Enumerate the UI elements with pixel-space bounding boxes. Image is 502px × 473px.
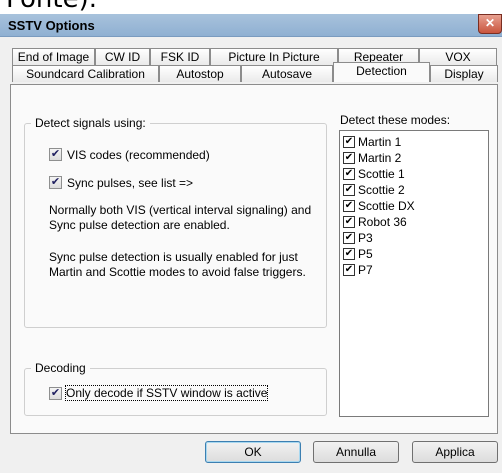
ok-label: OK xyxy=(244,445,262,459)
tab-fsk-id[interactable]: FSK ID xyxy=(150,48,210,65)
mode-label: Martin 1 xyxy=(358,135,402,149)
vis-codes-label: VIS codes (recommended) xyxy=(67,148,210,162)
checkmark-icon: ✔ xyxy=(50,387,61,399)
mode-checkbox[interactable]: ✔ xyxy=(343,248,355,260)
mode-label: Martin 2 xyxy=(358,151,402,165)
tab-end-of-image[interactable]: End of Image xyxy=(12,48,95,65)
mode-checkbox[interactable]: ✔ xyxy=(343,136,355,148)
cancel-label: Annulla xyxy=(335,445,377,459)
close-icon: ✕ xyxy=(484,16,496,30)
detection-note: Normally both VIS (vertical interval sig… xyxy=(49,203,312,232)
modes-checklist: ✔ Martin 1 ✔ Martin 2 ✔ Scottie 1 ✔ Scottie … xyxy=(339,130,489,417)
only-decode-label: Only decode if SSTV window is active xyxy=(64,385,269,401)
tab-label: Autosave xyxy=(261,67,313,81)
tab-label: Autostop xyxy=(176,67,224,81)
tab-soundcard-calibration[interactable]: Soundcard Calibration xyxy=(12,65,159,82)
tab-autostop[interactable]: Autostop xyxy=(159,65,241,82)
detect-modes-label: Detect these modes: xyxy=(340,113,451,127)
detect-signals-group: Detect signals using: ✔ VIS codes (recom… xyxy=(24,116,327,328)
tab-label: Picture In Picture xyxy=(228,50,320,64)
window-title: SSTV Options xyxy=(8,18,95,33)
tab-label: Detection xyxy=(356,64,407,78)
sync-pulses-checkbox[interactable]: ✔ xyxy=(49,176,62,189)
sync-pulses-label: Sync pulses, see list => xyxy=(67,176,194,190)
mode-checkbox[interactable]: ✔ xyxy=(343,264,355,276)
tab-label: End of Image xyxy=(17,50,90,64)
tab-autosave[interactable]: Autosave xyxy=(241,65,333,82)
mode-label: P3 xyxy=(358,231,373,245)
mode-label: Robot 36 xyxy=(358,215,407,229)
tab-label: Soundcard Calibration xyxy=(26,67,145,81)
apply-button[interactable]: Applica xyxy=(412,441,498,463)
tab-vox[interactable]: VOX xyxy=(419,48,497,65)
mode-label: Scottie 2 xyxy=(358,183,405,197)
ok-button[interactable]: OK xyxy=(205,441,301,463)
clipped-text: Fonte). xyxy=(6,0,97,14)
mode-checkbox[interactable]: ✔ xyxy=(343,216,355,228)
tab-label: Display xyxy=(444,67,484,81)
mode-label: Scottie 1 xyxy=(358,167,405,181)
sync-note: Sync pulse detection is usually enabled … xyxy=(49,250,306,279)
mode-label: Scottie DX xyxy=(358,199,415,213)
only-decode-checkbox[interactable]: ✔ xyxy=(49,387,62,400)
title-bar[interactable]: SSTV Options ✕ xyxy=(0,14,502,37)
tab-label: VOX xyxy=(445,50,471,64)
tab-cw-id[interactable]: CW ID xyxy=(95,48,150,65)
checkmark-icon: ✔ xyxy=(50,148,61,160)
sstv-options-dialog: SSTV Options ✕ End of Image CW ID FSK ID… xyxy=(0,14,502,473)
mode-checkbox[interactable]: ✔ xyxy=(343,152,355,164)
mode-checkbox[interactable]: ✔ xyxy=(343,184,355,196)
decoding-title: Decoding xyxy=(31,361,90,375)
checkmark-icon: ✔ xyxy=(50,176,61,188)
detect-signals-title: Detect signals using: xyxy=(31,116,150,130)
tab-label: CW ID xyxy=(104,50,141,64)
tab-picture-in-picture[interactable]: Picture In Picture xyxy=(210,48,338,65)
mode-checkbox[interactable]: ✔ xyxy=(343,232,355,244)
mode-checkbox[interactable]: ✔ xyxy=(343,200,355,212)
tab-display[interactable]: Display xyxy=(430,65,498,82)
mode-label: P5 xyxy=(358,247,373,261)
decoding-group: Decoding ✔ Only decode if SSTV window is… xyxy=(24,361,327,416)
close-button[interactable]: ✕ xyxy=(478,14,502,34)
mode-label: P7 xyxy=(358,263,373,277)
mode-checkbox[interactable]: ✔ xyxy=(343,168,355,180)
vis-codes-checkbox[interactable]: ✔ xyxy=(49,148,62,161)
cancel-button[interactable]: Annulla xyxy=(313,441,399,463)
tab-label: FSK ID xyxy=(160,50,200,64)
tab-detection[interactable]: Detection xyxy=(333,62,430,82)
detection-panel: Detect signals using: ✔ VIS codes (recom… xyxy=(10,84,498,434)
apply-label: Applica xyxy=(435,445,475,459)
